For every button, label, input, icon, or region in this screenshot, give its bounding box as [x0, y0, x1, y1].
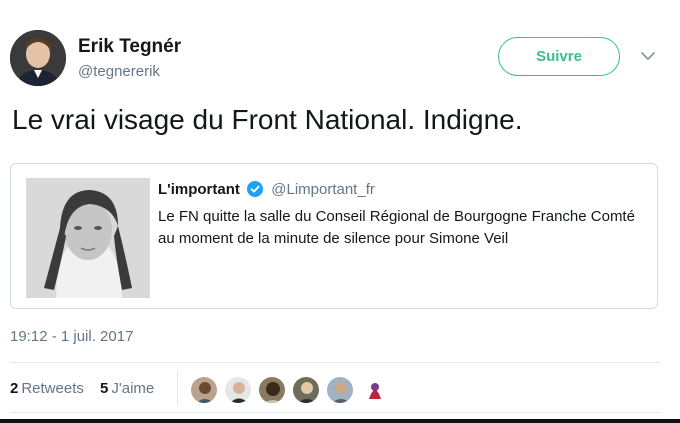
follow-button[interactable]: Suivre [498, 37, 620, 76]
quoted-tweet-header: L'important @Limportant_fr [158, 181, 375, 201]
quoted-tweet-text: Le FN quitte la salle du Conseil Régiona… [158, 208, 635, 247]
stats-separator [177, 370, 178, 406]
liker-avatar[interactable] [326, 376, 354, 404]
tweet-stats: 2 Retweets 5 J'aime [10, 380, 166, 397]
likes-count: 5 [100, 380, 109, 397]
chevron-down-icon[interactable] [638, 46, 658, 66]
quoted-author-handle[interactable]: @Limportant_fr [271, 181, 375, 198]
liker-avatar[interactable] [292, 376, 320, 404]
quoted-tweet[interactable]: L'important @Limportant_fr Le FN quitte … [10, 163, 658, 309]
author-name[interactable]: Erik Tegnér [78, 36, 181, 58]
likes-label: J'aime [111, 380, 155, 397]
tweet-text: Le vrai visage du Front National. Indign… [12, 104, 523, 135]
liker-avatar[interactable] [360, 376, 388, 404]
likes-stat[interactable]: 5 J'aime [100, 380, 154, 397]
verified-badge-icon [247, 181, 264, 201]
liker-avatar[interactable] [190, 376, 218, 404]
divider [10, 362, 660, 363]
retweets-label: Retweets [21, 380, 84, 397]
tweet-timestamp[interactable]: 19:12 - 1 juil. 2017 [10, 328, 133, 345]
liker-avatar[interactable] [224, 376, 252, 404]
author-handle[interactable]: @tegnererik [78, 63, 181, 80]
retweets-count: 2 [10, 380, 19, 397]
divider [10, 412, 660, 413]
author-info: Erik Tegnér @tegnererik [78, 36, 181, 80]
quoted-tweet-photo[interactable] [26, 178, 150, 298]
quoted-author-name[interactable]: L'important [158, 181, 240, 198]
liker-avatar[interactable] [258, 376, 286, 404]
author-avatar[interactable] [10, 30, 66, 86]
retweets-stat[interactable]: 2 Retweets [10, 380, 88, 397]
screen-bottom-edge [0, 419, 680, 423]
tweet-header: Erik Tegnér @tegnererik Suivre [10, 30, 670, 90]
